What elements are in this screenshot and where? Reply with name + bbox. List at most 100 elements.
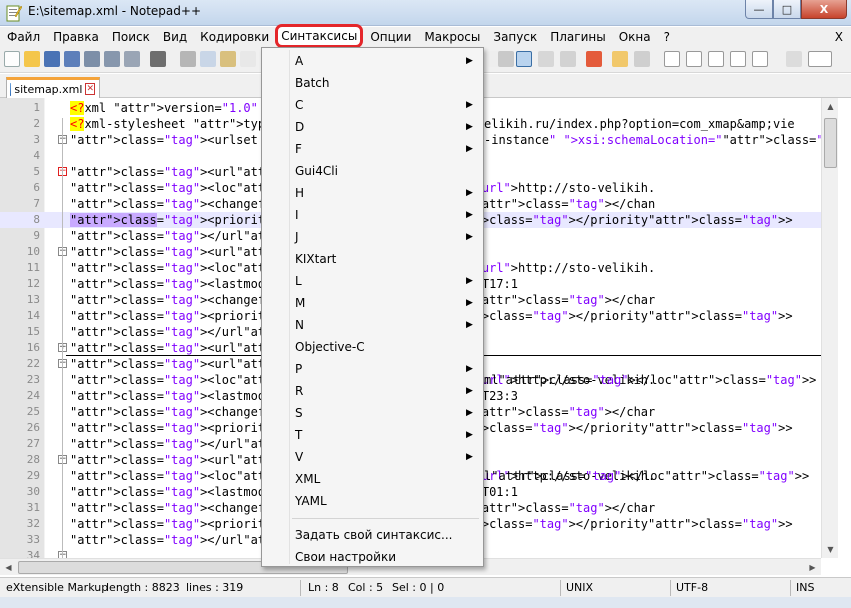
code-text-right: -instance" ">xsi:schemaLocation=""attr">… (484, 133, 836, 147)
menu-item[interactable]: Запуск (486, 27, 543, 47)
menu-item[interactable]: Макросы (417, 27, 486, 47)
syntax-menu-item[interactable]: T ▶ (262, 424, 483, 446)
code-text-right: ml"attr">class="tag"></loc"attr">class="… (484, 373, 817, 387)
status-encoding: UTF-8 (676, 581, 709, 594)
maximize-button[interactable]: □ (773, 0, 801, 19)
line-number: 14 (26, 309, 40, 322)
scroll-left-icon[interactable]: ◀ (0, 559, 17, 576)
print-alt-icon[interactable] (150, 51, 166, 67)
eye-icon[interactable] (634, 51, 650, 67)
status-col: Col : 5 (348, 581, 384, 594)
define-language-item[interactable]: Задать свой синтаксис... (262, 524, 483, 546)
vertical-scrollbar[interactable]: ▲ ▼ (821, 98, 838, 558)
submenu-arrow-icon: ▶ (466, 364, 473, 374)
line-number: 10 (26, 245, 40, 258)
play-macro-icon[interactable] (708, 51, 724, 67)
syntax-menu-label: Objective-C (295, 340, 365, 354)
syntax-menu-label: Задать свой синтаксис... (295, 528, 453, 542)
scroll-up-icon[interactable]: ▲ (822, 98, 839, 115)
line-number: 30 (26, 485, 40, 498)
submenu-arrow-icon: ▶ (466, 122, 473, 132)
tab-sitemap[interactable]: sitemap.xml ✕ (6, 77, 100, 98)
submenu-arrow-icon: ▶ (466, 100, 473, 110)
user-settings-item[interactable]: Свои настройки (262, 546, 483, 568)
syntax-menu-item[interactable]: H ▶ (262, 182, 483, 204)
syntax-menu-item[interactable]: KIXtart (262, 248, 483, 270)
close-document-button[interactable]: X (835, 30, 843, 44)
syntax-menu-item[interactable]: I ▶ (262, 204, 483, 226)
paste-icon[interactable] (220, 51, 236, 67)
syntax-menu-item[interactable]: C ▶ (262, 94, 483, 116)
menu-item[interactable]: Окна (612, 27, 657, 47)
record-macro-icon[interactable] (664, 51, 680, 67)
vertical-scroll-thumb[interactable] (824, 118, 837, 168)
undo-icon[interactable] (240, 51, 256, 67)
new-file-icon[interactable] (4, 51, 20, 67)
syntax-menu-item[interactable]: J ▶ (262, 226, 483, 248)
menu-bar: Файл Правка Поиск Вид Кодировки Синтаксисы Опц… (0, 24, 851, 48)
syntax-menu-item[interactable]: P ▶ (262, 358, 483, 380)
line-number: 29 (26, 469, 40, 482)
syntax-menu-item[interactable]: D ▶ (262, 116, 483, 138)
line-number: 11 (26, 261, 40, 274)
menu-item[interactable]: Кодировки (193, 27, 275, 47)
menu-item[interactable]: ? (657, 27, 676, 47)
save-macro-icon[interactable] (752, 51, 768, 67)
print-icon[interactable] (124, 51, 140, 67)
submenu-arrow-icon: ▶ (466, 386, 473, 396)
menu-item[interactable]: Файл (0, 27, 46, 47)
show-symbols-icon[interactable] (498, 51, 514, 67)
syntax-menu-item[interactable]: Batch (262, 72, 483, 94)
function-list-icon[interactable] (560, 51, 576, 67)
line-number: 13 (26, 293, 40, 306)
syntax-menu-item[interactable]: A ▶ (262, 50, 483, 72)
scroll-right-icon[interactable]: ▶ (804, 559, 821, 576)
menu-item[interactable]: Правка (46, 27, 105, 47)
syntax-menu-label: N (295, 318, 304, 332)
minimize-button[interactable]: — (745, 0, 773, 19)
line-number: 22 (26, 357, 40, 370)
indent-guide-icon[interactable] (516, 51, 532, 67)
syntax-menu-item[interactable]: R ▶ (262, 380, 483, 402)
tab-close-icon[interactable]: ✕ (85, 83, 95, 95)
close-file-icon[interactable] (84, 51, 100, 67)
abc-spell-icon[interactable] (808, 51, 832, 67)
syntax-menu-item[interactable]: N ▶ (262, 314, 483, 336)
menu-item[interactable]: Поиск (105, 27, 156, 47)
menu-item[interactable]: Плагины (543, 27, 611, 47)
code-text-right: l"attr">class="tag"></loc"attr">class="t… (484, 469, 810, 483)
menu-item[interactable]: Опции (363, 27, 417, 47)
save-all-icon[interactable] (64, 51, 80, 67)
syntax-menu-item[interactable]: L ▶ (262, 270, 483, 292)
syntax-menu-item[interactable]: Gui4Cli (262, 160, 483, 182)
line-number: 7 (33, 197, 40, 210)
syntax-menu-item[interactable]: M ▶ (262, 292, 483, 314)
syntax-menu-item[interactable]: XML (262, 468, 483, 490)
close-window-button[interactable]: X (801, 0, 847, 19)
spellcheck-icon[interactable] (786, 51, 802, 67)
syntax-menu-item[interactable]: YAML (262, 490, 483, 512)
menu-item[interactable]: Вид (156, 27, 193, 47)
open-folder-icon[interactable] (24, 51, 40, 67)
syntax-menu-item[interactable]: F ▶ (262, 138, 483, 160)
folder-as-workspace-icon[interactable] (586, 51, 602, 67)
line-number: 28 (26, 453, 40, 466)
run-macro-multiple-icon[interactable] (730, 51, 746, 67)
line-number: 25 (26, 405, 40, 418)
line-number: 34 (26, 549, 40, 558)
syntax-menu-item[interactable]: V ▶ (262, 446, 483, 468)
syntax-menu-item[interactable]: S ▶ (262, 402, 483, 424)
syntax-menu-label: A (295, 54, 304, 68)
save-icon[interactable] (44, 51, 60, 67)
stop-macro-icon[interactable] (686, 51, 702, 67)
monitoring-icon[interactable] (612, 51, 628, 67)
tab-label: sitemap.xml (14, 82, 83, 96)
cut-icon[interactable] (180, 51, 196, 67)
doc-map-icon[interactable] (538, 51, 554, 67)
scroll-down-icon[interactable]: ▼ (822, 541, 839, 558)
close-all-icon[interactable] (104, 51, 120, 67)
syntax-menu-item[interactable]: Objective-C (262, 336, 483, 358)
menu-syntax[interactable]: Синтаксисы (275, 24, 364, 48)
window-bottom-edge (0, 597, 851, 608)
copy-icon[interactable] (200, 51, 216, 67)
